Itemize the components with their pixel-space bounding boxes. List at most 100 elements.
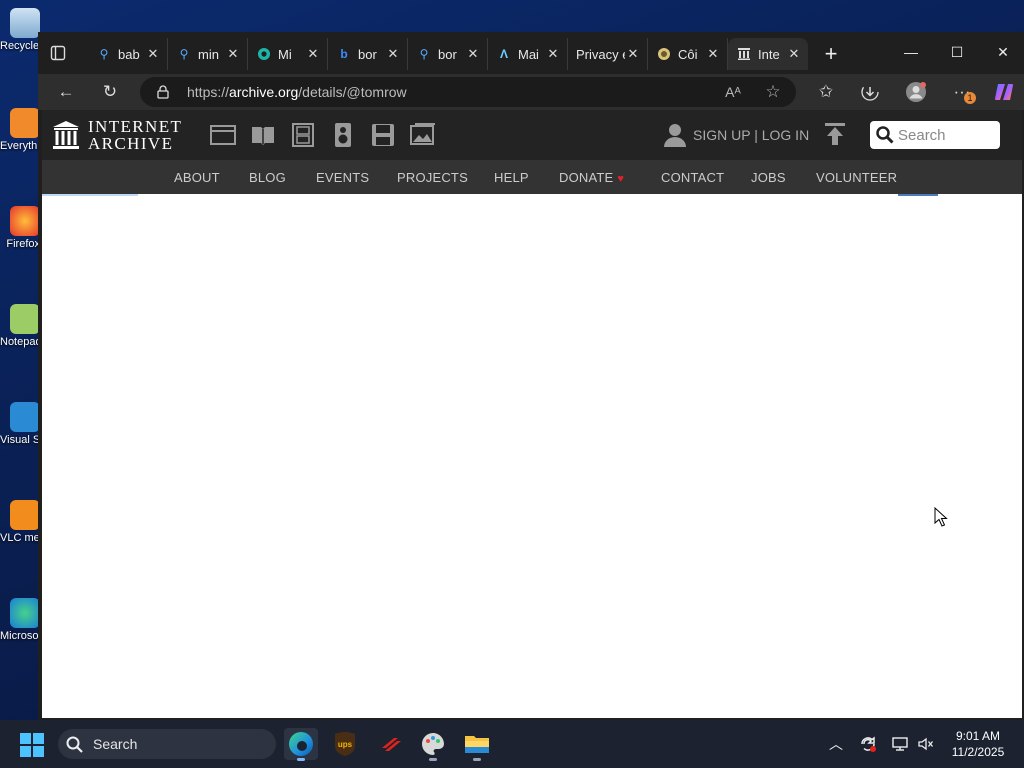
archive-search-box[interactable]: Search	[870, 121, 1000, 149]
tab-privacy[interactable]: Privacy e ✕	[568, 38, 648, 70]
nav-jobs[interactable]: JOBS	[751, 170, 786, 185]
desktop-icon-recycle-bin[interactable]: Recycle Bin	[0, 8, 40, 52]
nav-projects[interactable]: PROJECTS	[397, 170, 468, 185]
page-loading-indicator	[42, 194, 138, 196]
tab-coi[interactable]: Côi ✕	[648, 38, 728, 70]
internet-archive-icon	[736, 46, 752, 62]
volume-tray-button[interactable]	[916, 734, 936, 754]
address-bar[interactable]: https://archive.org/details/@tomrow Aᴬ ☆	[140, 77, 796, 107]
settings-more-button[interactable]: ··· 1	[950, 80, 976, 104]
user-silhouette-icon[interactable]	[664, 123, 686, 147]
url-domain: archive.org	[229, 84, 299, 100]
desktop-icon-label: Recycle Bin	[0, 40, 40, 52]
start-button[interactable]	[20, 733, 44, 757]
signup-login-link[interactable]: SIGN UP | LOG IN	[693, 127, 809, 143]
sync-tray-button[interactable]	[858, 734, 878, 754]
new-tab-button[interactable]: +	[820, 41, 842, 66]
close-icon[interactable]: ✕	[786, 46, 802, 62]
close-icon[interactable]: ✕	[385, 46, 401, 62]
desktop-icon-vlc[interactable]: VLC media player	[0, 500, 40, 544]
desktop-icon-label: Everything	[0, 140, 40, 152]
tab-bab[interactable]: ⚲ bab ✕	[88, 38, 168, 70]
close-icon[interactable]: ✕	[145, 46, 161, 62]
upload-icon[interactable]	[824, 122, 846, 146]
nav-blog[interactable]: BLOG	[249, 170, 286, 185]
taskbar-app-red-stripes[interactable]	[374, 728, 408, 760]
back-button[interactable]: ←	[54, 80, 78, 104]
close-icon[interactable]: ✕	[625, 46, 641, 62]
desktop-icon-vscode[interactable]: Visual Studio Code	[0, 402, 40, 446]
profile-avatar-icon	[906, 82, 926, 102]
copilot-button[interactable]	[992, 80, 1016, 104]
audio-speaker-icon[interactable]	[330, 122, 356, 148]
nav-about[interactable]: ABOUT	[174, 170, 220, 185]
favorites-button[interactable]: ✩	[814, 80, 838, 104]
close-icon[interactable]: ✕	[705, 46, 721, 62]
software-floppy-icon[interactable]	[370, 122, 396, 148]
refresh-icon: ↻	[102, 82, 118, 101]
tab-internet-archive[interactable]: Inte ✕	[728, 38, 808, 70]
downloads-button[interactable]	[858, 80, 882, 104]
mouse-cursor-icon	[934, 507, 948, 527]
clock-time: 9:01 AM	[955, 729, 1001, 743]
desktop-icon-firefox[interactable]: Firefox	[0, 206, 40, 250]
desktop-icon-edge[interactable]: Microsoft Edge	[0, 598, 40, 642]
system-clock[interactable]: 9:01 AM 11/2/2025	[946, 728, 1010, 760]
desktop-icon-notepad[interactable]: Notepad++	[0, 304, 40, 348]
images-photo-icon[interactable]	[410, 122, 436, 148]
taskbar-app-ups[interactable]: ups	[328, 728, 362, 760]
close-window-button[interactable]: ✕	[980, 40, 1024, 64]
maximize-button[interactable]: ☐	[934, 40, 980, 64]
web-archive-icon[interactable]	[210, 122, 236, 148]
nav-contact[interactable]: CONTACT	[661, 170, 724, 185]
tab-mi[interactable]: Mi ✕	[248, 38, 328, 70]
nav-donate[interactable]: DONATE ♥	[559, 170, 624, 185]
site-icon	[656, 46, 672, 62]
close-icon[interactable]: ✕	[465, 46, 481, 62]
close-icon[interactable]: ✕	[545, 46, 561, 62]
tab-search-bor[interactable]: ⚲ bor ✕	[408, 38, 488, 70]
show-hidden-icons-button[interactable]: ︿	[826, 734, 846, 754]
back-arrow-icon: ←	[57, 82, 75, 101]
desktop-icon-label: Microsoft Edge	[0, 630, 40, 642]
site-icon: Λ	[499, 47, 508, 61]
page-loading-indicator-segment	[898, 194, 938, 196]
read-aloud-icon[interactable]: Aᴬ	[722, 81, 744, 103]
favorites-icon: ✩	[818, 82, 834, 101]
taskbar-app-paint[interactable]	[416, 728, 450, 761]
close-icon[interactable]: ✕	[225, 46, 241, 62]
profile-button[interactable]	[904, 80, 928, 104]
tab-title: min	[198, 46, 219, 62]
tab-min[interactable]: ⚲ min ✕	[168, 38, 248, 70]
network-tray-button[interactable]	[890, 734, 910, 754]
edge-icon	[289, 732, 313, 756]
tab-mai[interactable]: Λ Mai ✕	[488, 38, 568, 70]
internet-archive-logo[interactable]: INTERNET ARCHIVE	[52, 118, 182, 152]
active-app-indicator	[297, 758, 305, 761]
url-text[interactable]: https://archive.org/details/@tomrow	[187, 84, 407, 100]
close-icon[interactable]: ✕	[305, 46, 321, 62]
app-stripes-icon	[382, 738, 401, 751]
taskbar-search-box[interactable]: Search	[58, 729, 276, 759]
taskbar-app-edge[interactable]	[284, 728, 318, 761]
texts-book-icon[interactable]	[250, 122, 276, 148]
nav-volunteer[interactable]: VOLUNTEER	[816, 170, 897, 185]
nav-events[interactable]: EVENTS	[316, 170, 369, 185]
refresh-button[interactable]: ↻	[98, 80, 122, 104]
close-icon: ✕	[997, 43, 1009, 60]
everything-icon	[10, 108, 40, 138]
plus-icon: +	[824, 41, 838, 66]
tab-title: Mai	[518, 46, 539, 62]
taskbar-app-file-explorer[interactable]	[460, 728, 494, 761]
nav-help[interactable]: HELP	[494, 170, 529, 185]
desktop-icon-everything[interactable]: Everything	[0, 108, 40, 152]
minimize-button[interactable]: —	[888, 40, 934, 64]
tab-bar: ⚲ bab ✕ ⚲ min ✕ Mi ✕ b bor ✕ ⚲ bor ✕ Λ M…	[38, 32, 1024, 74]
tab-actions-button[interactable]	[48, 43, 68, 63]
favorite-star-icon[interactable]: ☆	[762, 81, 784, 103]
tab-bing-bor[interactable]: b bor ✕	[328, 38, 408, 70]
windows-logo-pane	[33, 733, 44, 744]
taskbar-search-placeholder: Search	[93, 736, 138, 752]
running-app-indicator	[473, 758, 481, 761]
video-film-icon[interactable]	[290, 122, 316, 148]
